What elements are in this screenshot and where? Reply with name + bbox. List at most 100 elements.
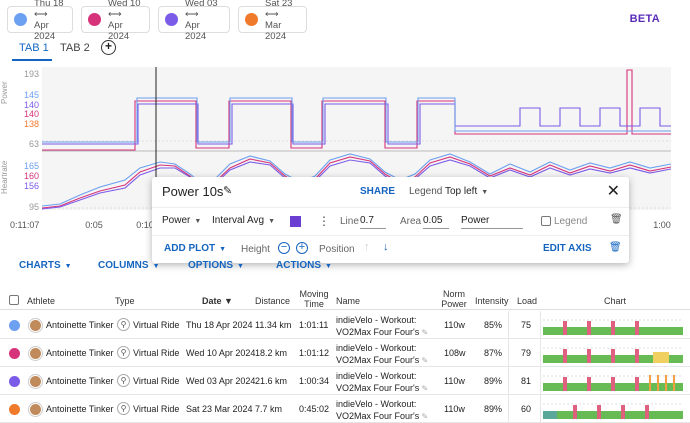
zone-bar bbox=[615, 327, 635, 335]
add-tab-icon[interactable]: + bbox=[101, 40, 116, 55]
avatar bbox=[29, 347, 42, 360]
table-row[interactable]: Antoinette Tinker ⚲ Virtual Ride Wed 10 … bbox=[0, 339, 690, 367]
activity-type: Virtual Ride bbox=[133, 376, 180, 386]
activity-distance: 18.2 km bbox=[255, 348, 288, 358]
activity-color-dot bbox=[14, 13, 27, 26]
activity-chip-date: Sat 23 ⟷ bbox=[265, 0, 293, 20]
activity-distance: 11.34 km bbox=[255, 320, 292, 330]
activity-chip[interactable]: Sat 23 ⟷ Mar 2024 bbox=[238, 0, 307, 42]
options-label: OPTIONS bbox=[188, 260, 234, 271]
activity-color-dot[interactable] bbox=[9, 376, 20, 387]
legend-checkbox[interactable] bbox=[541, 216, 551, 226]
column-header-load[interactable]: Load bbox=[517, 296, 537, 306]
zone-bar bbox=[543, 411, 557, 419]
select-all-checkbox[interactable] bbox=[9, 295, 19, 305]
athlete-name[interactable]: Antoinette Tinker bbox=[46, 348, 114, 358]
activity-name[interactable]: indieVelo - Workout: VO2Max Four Four's ✎ bbox=[336, 342, 428, 367]
activity-color-dot[interactable] bbox=[9, 404, 20, 415]
header-line: Power bbox=[441, 299, 467, 309]
power-axis-label: Power bbox=[0, 81, 9, 104]
column-header-type[interactable]: Type bbox=[115, 296, 135, 306]
activity-moving-time: 1:01:11 bbox=[299, 320, 329, 330]
activity-color-dot[interactable] bbox=[9, 348, 20, 359]
activity-name[interactable]: indieVelo - Workout: VO2Max Four Four's ✎ bbox=[336, 370, 428, 395]
options-menu-button[interactable]: OPTIONS ▼ bbox=[188, 260, 244, 271]
activity-name[interactable]: indieVelo - Workout: VO2Max Four Four's ✎ bbox=[336, 314, 428, 339]
column-header-distance[interactable]: Distance bbox=[255, 296, 290, 306]
zone-bar bbox=[657, 375, 659, 391]
arrow-down-icon[interactable]: ↓ bbox=[383, 241, 389, 253]
activity-distance: 7.7 km bbox=[255, 404, 283, 414]
activity-chip[interactable]: Wed 03 ⟷ Apr 2024 bbox=[158, 0, 230, 42]
activity-name-line: indieVelo - Workout: bbox=[336, 371, 417, 381]
add-plot-label: ADD PLOT bbox=[164, 243, 216, 254]
zone-sparkline bbox=[543, 375, 683, 391]
zone-bar bbox=[557, 411, 573, 419]
column-header-date[interactable]: Date ▼ bbox=[202, 296, 233, 306]
color-swatch[interactable] bbox=[290, 216, 301, 227]
columns-label: COLUMNS bbox=[98, 260, 149, 271]
plot-title: Power 10s bbox=[162, 184, 224, 199]
plot-name-input[interactable]: Power bbox=[461, 213, 523, 229]
heartrate-tick: 156 bbox=[24, 181, 39, 191]
add-plot-button[interactable]: ADD PLOT ▼ bbox=[164, 243, 226, 254]
actions-menu-button[interactable]: ACTIONS ▼ bbox=[276, 260, 332, 271]
cell-divider bbox=[508, 395, 509, 423]
activity-chip-date: Wed 10 ⟷ bbox=[108, 0, 141, 20]
decrease-height-icon[interactable]: − bbox=[278, 242, 290, 254]
charts-menu-button[interactable]: CHARTS ▼ bbox=[19, 260, 72, 271]
arrow-up-icon[interactable]: ↑ bbox=[364, 241, 370, 253]
athlete-name[interactable]: Antoinette Tinker bbox=[46, 376, 114, 386]
zone-bar bbox=[601, 411, 621, 419]
column-header-norm-power[interactable]: Norm Power bbox=[440, 289, 468, 309]
close-icon[interactable]: ✕ bbox=[607, 181, 620, 201]
aggregation-select[interactable]: Interval Avg ▼ bbox=[212, 215, 275, 226]
zone-bar bbox=[543, 355, 563, 363]
pencil-icon[interactable]: ✎ bbox=[223, 184, 232, 197]
tab-2[interactable]: TAB 2 bbox=[60, 42, 90, 62]
activity-chip[interactable]: Thu 18 ⟷ Apr 2024 bbox=[7, 0, 73, 42]
cell-divider bbox=[540, 311, 541, 339]
activity-date: Wed 10 Apr 2024 bbox=[186, 348, 256, 358]
legend-position-select[interactable]: Top left ▼ bbox=[445, 186, 488, 197]
increase-height-icon[interactable]: + bbox=[296, 242, 308, 254]
more-vert-icon[interactable]: ⋮ bbox=[318, 214, 330, 228]
pencil-icon[interactable]: ✎ bbox=[419, 328, 428, 337]
norm-power: 110w bbox=[444, 320, 465, 330]
column-header-athlete[interactable]: Athlete bbox=[27, 296, 55, 306]
pencil-icon[interactable]: ✎ bbox=[419, 384, 428, 393]
athlete-name[interactable]: Antoinette Tinker bbox=[46, 404, 114, 414]
zone-bar bbox=[543, 383, 563, 391]
activity-color-dot[interactable] bbox=[9, 320, 20, 331]
activity-name[interactable]: indieVelo - Workout: VO2Max Four Four's ✎ bbox=[336, 398, 428, 423]
zone-bar bbox=[587, 349, 591, 363]
column-header-intensity[interactable]: Intensity bbox=[475, 296, 509, 306]
delete-plot-icon[interactable]: 🗑 bbox=[609, 242, 622, 253]
table-row[interactable]: Antoinette Tinker ⚲ Virtual Ride Thu 18 … bbox=[0, 311, 690, 339]
delete-icon[interactable]: 🗑 bbox=[610, 214, 623, 225]
table-row[interactable]: Antoinette Tinker ⚲ Virtual Ride Wed 03 … bbox=[0, 367, 690, 395]
zone-bar bbox=[597, 405, 601, 419]
athlete-name[interactable]: Antoinette Tinker bbox=[46, 320, 114, 330]
zone-bar bbox=[673, 375, 675, 391]
share-button[interactable]: SHARE bbox=[360, 186, 395, 197]
activity-chip[interactable]: Wed 10 ⟷ Apr 2024 bbox=[81, 0, 150, 42]
header-line: Time bbox=[304, 299, 324, 309]
edit-axis-button[interactable]: EDIT AXIS bbox=[543, 243, 592, 254]
line-width-input[interactable]: 0.7 bbox=[360, 213, 386, 229]
actions-label: ACTIONS bbox=[276, 260, 321, 271]
column-header-name[interactable]: Name bbox=[336, 296, 360, 306]
zone-bar bbox=[659, 383, 665, 391]
pencil-icon[interactable]: ✎ bbox=[419, 412, 428, 421]
zone-bar bbox=[587, 321, 591, 335]
zone-bar bbox=[651, 383, 657, 391]
pencil-icon[interactable]: ✎ bbox=[419, 356, 428, 365]
area-opacity-input[interactable]: 0.05 bbox=[423, 213, 449, 229]
zone-sparkline bbox=[543, 319, 683, 335]
chevron-down-icon: ▼ bbox=[268, 218, 276, 225]
columns-menu-button[interactable]: COLUMNS ▼ bbox=[98, 260, 160, 271]
metric-select[interactable]: Power ▼ bbox=[162, 215, 201, 226]
column-header-moving-time[interactable]: Moving Time bbox=[297, 289, 331, 309]
table-row[interactable]: Antoinette Tinker ⚲ Virtual Ride Sat 23 … bbox=[0, 395, 690, 423]
beta-badge: BETA bbox=[629, 13, 660, 25]
